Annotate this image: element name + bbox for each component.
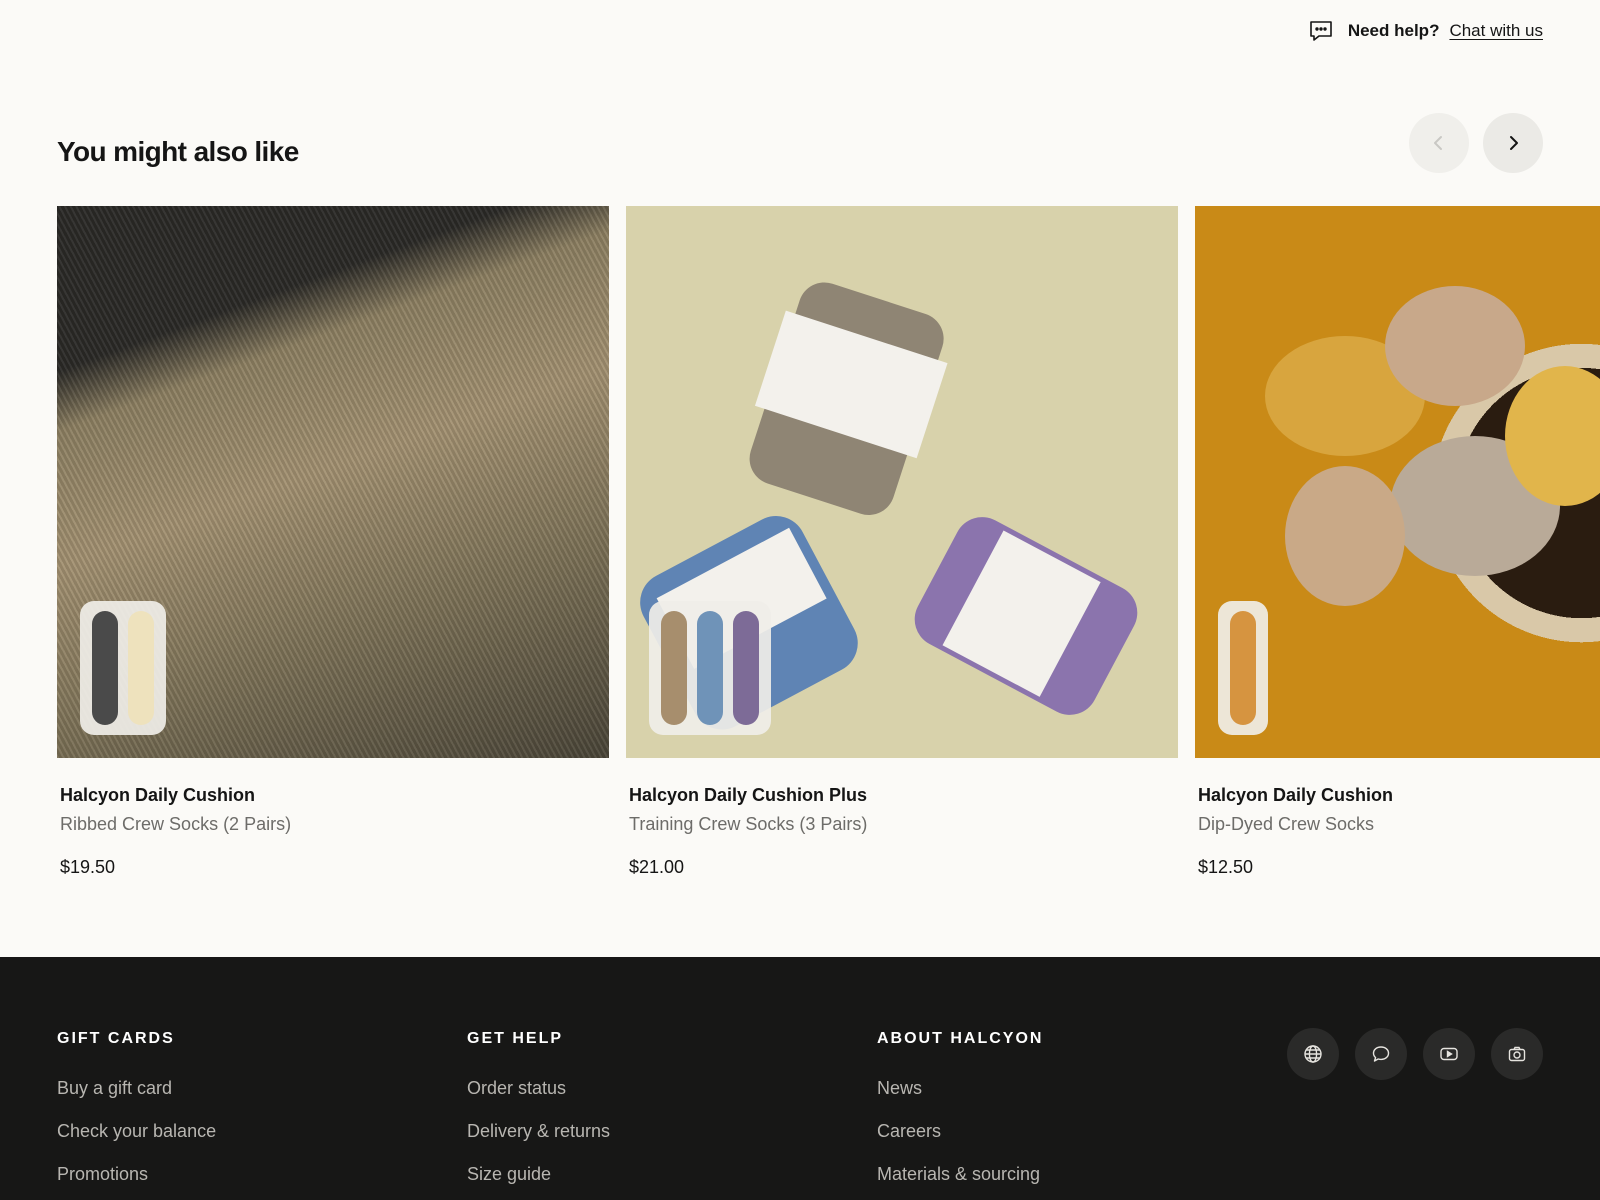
globe-icon[interactable]: [1287, 1028, 1339, 1080]
product-description: Ribbed Crew Socks (2 Pairs): [60, 814, 292, 834]
product-price: $19.50: [60, 857, 116, 877]
footer-column-get-help: GET HELP Order status Delivery & returns…: [467, 1030, 610, 1200]
product-card[interactable]: Halcyon Daily Cushion Plus Training Crew…: [626, 206, 1178, 878]
carousel-prev-button[interactable]: [1409, 113, 1469, 173]
social-links: [1287, 1028, 1543, 1080]
color-swatch[interactable]: [661, 611, 687, 725]
footer-link-check-balance[interactable]: Check your balance: [57, 1121, 216, 1142]
footer-column-about: ABOUT HALCYON News Careers Materials & s…: [877, 1030, 1043, 1200]
site-footer: GIFT CARDS Buy a gift card Check your ba…: [0, 957, 1600, 1200]
footer-heading: ABOUT HALCYON: [877, 1030, 1044, 1047]
product-card[interactable]: Halcyon Daily Cushion Dip-Dyed Crew Sock…: [1195, 206, 1600, 878]
footer-link-materials[interactable]: Materials & sourcing: [877, 1164, 1043, 1185]
product-name[interactable]: Halcyon Daily Cushion: [57, 785, 609, 806]
product-price: $21.00: [629, 857, 685, 877]
footer-link-size-guide[interactable]: Size guide: [467, 1164, 610, 1185]
chat-with-us-link[interactable]: Chat with us: [1449, 21, 1543, 41]
carousel-nav: [1409, 113, 1543, 173]
footer-link-news[interactable]: News: [877, 1078, 1043, 1099]
footer-heading: GET HELP: [467, 1030, 564, 1047]
color-swatch[interactable]: [733, 611, 759, 725]
footer-link-order-status[interactable]: Order status: [467, 1078, 610, 1099]
need-help-label: Need help?: [1347, 21, 1440, 40]
product-image[interactable]: [57, 206, 609, 758]
product-card[interactable]: Halcyon Daily Cushion Ribbed Crew Socks …: [57, 206, 609, 878]
product-description: Training Crew Socks (3 Pairs): [629, 814, 868, 834]
footer-column-gift-cards: GIFT CARDS Buy a gift card Check your ba…: [57, 1030, 216, 1200]
speech-bubble-icon[interactable]: [1355, 1028, 1407, 1080]
color-swatch[interactable]: [697, 611, 723, 725]
product-description: Dip-Dyed Crew Socks: [1198, 814, 1375, 834]
product-price: $12.50: [1198, 857, 1254, 877]
chevron-right-icon: [1510, 136, 1518, 150]
color-swatch[interactable]: [1230, 611, 1256, 725]
product-image[interactable]: [626, 206, 1178, 758]
color-swatch[interactable]: [92, 611, 118, 725]
camera-icon[interactable]: [1491, 1028, 1543, 1080]
footer-link-delivery-returns[interactable]: Delivery & returns: [467, 1121, 610, 1142]
chevron-left-icon: [1434, 136, 1442, 150]
color-swatch[interactable]: [128, 611, 154, 725]
carousel-next-button[interactable]: [1483, 113, 1543, 173]
product-name[interactable]: Halcyon Daily Cushion: [1195, 785, 1600, 806]
message-icon: [1308, 18, 1334, 44]
section-title: You might also like: [57, 136, 299, 167]
color-swatches: [1218, 601, 1268, 735]
footer-link-buy-gift-card[interactable]: Buy a gift card: [57, 1078, 216, 1099]
play-icon[interactable]: [1423, 1028, 1475, 1080]
footer-link-promotions[interactable]: Promotions: [57, 1164, 216, 1185]
product-carousel: Halcyon Daily Cushion Ribbed Crew Socks …: [57, 206, 1600, 886]
product-image[interactable]: [1195, 206, 1600, 758]
help-bar: Need help? Chat with us: [1308, 18, 1543, 44]
product-name[interactable]: Halcyon Daily Cushion Plus: [626, 785, 1178, 806]
footer-link-careers[interactable]: Careers: [877, 1121, 1043, 1142]
color-swatches: [80, 601, 166, 735]
color-swatches: [649, 601, 771, 735]
footer-heading: GIFT CARDS: [57, 1030, 175, 1047]
